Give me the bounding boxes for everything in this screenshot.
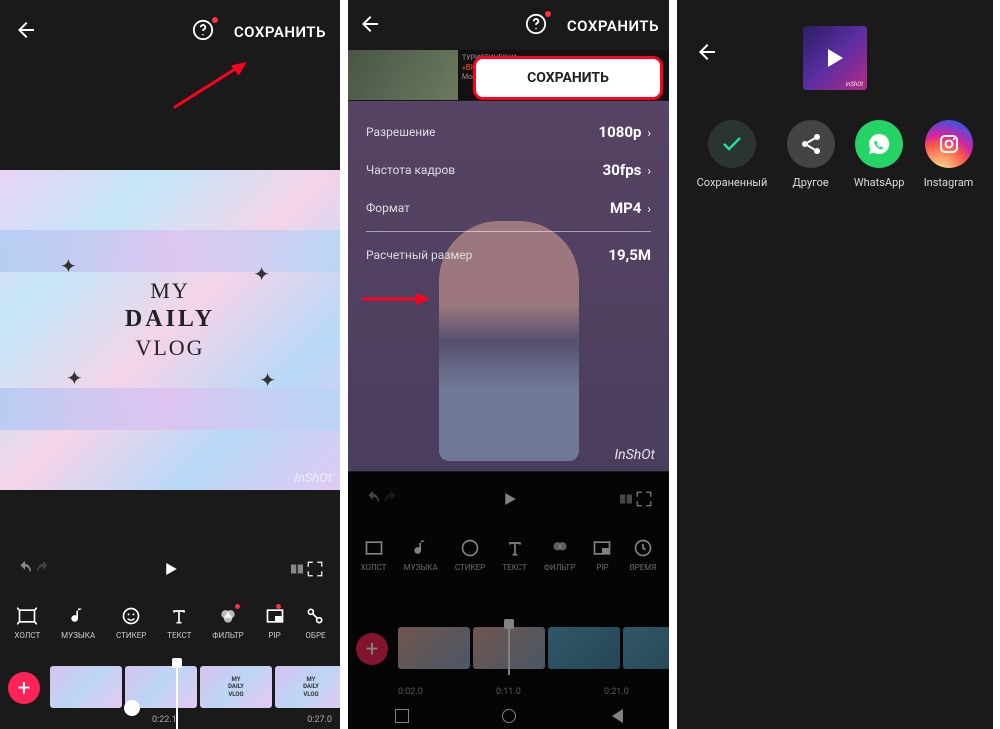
tool-canvas[interactable]: ХОЛСТ (361, 538, 387, 572)
play-controls (348, 490, 669, 512)
toolbar: ХОЛСТ МУЗЫКА СТИКЕР ТЕКСТ ФИЛЬТР PIP ОБР… (0, 598, 340, 648)
tool-filter[interactable]: ФИЛЬТР (212, 606, 243, 640)
clip-thumb[interactable]: MYDAILYVLOG (275, 666, 340, 708)
playhead[interactable] (508, 623, 510, 675)
topbar: СОХРАНИТЬ (348, 0, 669, 52)
share-saved[interactable]: Сохраненный (697, 120, 768, 189)
preview-title: MY DAILY VLOG (0, 278, 340, 361)
watermark: InShOt (846, 81, 863, 88)
tool-time[interactable]: ВРЕМЯ (630, 538, 657, 572)
nav-home-icon[interactable] (502, 709, 516, 723)
tool-text[interactable]: ТЕКСТ (167, 606, 191, 640)
save-button[interactable]: СОХРАНИТЬ (567, 17, 659, 35)
clip-thumb[interactable] (50, 666, 122, 708)
watermark[interactable]: InShOt (294, 471, 332, 486)
tool-canvas[interactable]: ХОЛСТ (14, 606, 40, 640)
play-icon[interactable] (161, 560, 179, 582)
tool-filter[interactable]: ФИЛЬТР (544, 538, 575, 572)
play-icon (828, 49, 843, 67)
back-icon[interactable] (358, 12, 382, 40)
add-clip-button[interactable]: + (356, 633, 388, 665)
setting-resolution[interactable]: Разрешение 1080p› (348, 113, 669, 151)
share-row: Сохраненный Другое WhatsApp Instagram (677, 120, 993, 189)
redo-icon[interactable] (34, 560, 52, 582)
tool-text[interactable]: ТЕКСТ (502, 538, 526, 572)
topbar: СОХРАНИТЬ (0, 0, 340, 64)
scrub-knob[interactable] (124, 700, 140, 716)
clip-thumb[interactable]: MYDAILYVLOG (200, 666, 272, 708)
editor-screen: СОХРАНИТЬ ✦ ✦ ✦ ✦ MY DAILY VLOG InShOt Х… (0, 0, 340, 729)
back-icon[interactable] (14, 18, 38, 46)
video-preview[interactable]: ✦ ✦ ✦ ✦ MY DAILY VLOG InShOt (0, 170, 340, 490)
setting-size: Расчетный размер 19,5M (348, 236, 669, 274)
clip-thumb[interactable] (623, 627, 669, 669)
fullscreen-icon[interactable] (306, 560, 324, 582)
undo-icon[interactable] (16, 560, 34, 582)
tool-sticker[interactable]: СТИКЕР (455, 538, 485, 572)
tool-crop[interactable]: ОБРЕ (305, 606, 325, 640)
share-screen: InShOt Сохраненный Другое WhatsApp Insta… (677, 0, 993, 729)
video-thumbnail[interactable]: InShOt (803, 26, 867, 90)
annotation-arrow (163, 58, 258, 117)
tool-pip[interactable]: PIP (592, 538, 612, 572)
tool-music[interactable]: МУЗЫКА (404, 538, 438, 572)
setting-fps[interactable]: Частота кадров 30fps› (348, 151, 669, 189)
android-navbar (348, 709, 669, 723)
share-other[interactable]: Другое (787, 120, 835, 189)
play-icon[interactable] (500, 490, 518, 512)
split-icon[interactable] (288, 560, 306, 582)
split-icon[interactable] (617, 490, 635, 512)
fullscreen-icon[interactable] (635, 490, 653, 512)
clip-thumb[interactable] (548, 627, 620, 669)
tool-pip[interactable]: PIP (265, 606, 285, 640)
annotation-arrow (360, 291, 432, 311)
setting-format[interactable]: Формат MP4› (348, 189, 669, 227)
share-whatsapp[interactable]: WhatsApp (854, 120, 905, 189)
export-settings: Разрешение 1080p› Частота кадров 30fps› … (348, 101, 669, 471)
time-current: 0:22.1 (152, 715, 177, 725)
redo-icon[interactable] (382, 490, 400, 512)
play-controls (0, 560, 340, 582)
export-settings-screen: СОХРАНИТЬ ТУРИСТИЧЕСКИ... «ВКУС» Москва … (348, 0, 669, 729)
undo-icon[interactable] (364, 490, 382, 512)
share-instagram[interactable]: Instagram (924, 120, 974, 189)
add-clip-button[interactable]: + (8, 672, 40, 704)
nav-back-icon[interactable] (609, 709, 623, 723)
notification-dot (212, 17, 218, 23)
help-icon[interactable] (525, 13, 547, 39)
help-icon[interactable] (192, 19, 214, 45)
tool-sticker[interactable]: СТИКЕР (116, 606, 146, 640)
tool-music[interactable]: МУЗЫКА (61, 606, 95, 640)
time-end: 0:27.0 (307, 715, 332, 725)
clip-thumb[interactable] (398, 627, 470, 669)
nav-recent-icon[interactable] (395, 709, 409, 723)
save-popup-button[interactable]: СОХРАНИТЬ (473, 56, 663, 100)
back-icon[interactable] (695, 40, 719, 68)
toolbar: ХОЛСТ МУЗЫКА СТИКЕР ТЕКСТ ФИЛЬТР PIP ВРЕ… (348, 530, 669, 580)
timeline[interactable]: + MYDAILYVLOG MYDAILYVLOG 0:22.1 0:27.0 (0, 654, 340, 729)
timeline[interactable]: + 0:02.0 0:11.0 0:21.0 (348, 619, 669, 729)
watermark[interactable]: InShOt (614, 447, 655, 463)
save-button[interactable]: СОХРАНИТЬ (234, 23, 326, 41)
notification-dot (545, 11, 551, 17)
